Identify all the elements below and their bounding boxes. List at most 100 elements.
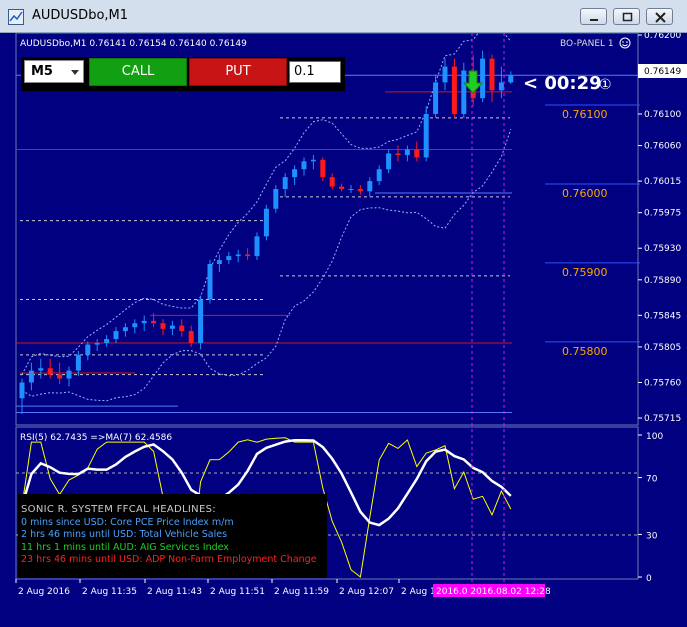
candle-body — [263, 208, 269, 237]
price-axis-label: 0.75975 — [644, 209, 681, 219]
time-axis-label: 2 Aug 12:07 — [339, 587, 394, 597]
trade-panel: M5 CALL PUT 0.1 — [21, 57, 345, 91]
news-line: 23 hrs 46 mins until USD: ADP Non-Farm E… — [21, 554, 317, 565]
candle-body — [75, 354, 81, 371]
candle-body — [57, 374, 63, 379]
news-line: 11 hrs 1 mins until AUD: AIG Services In… — [21, 541, 229, 553]
price-axis-label: 0.75760 — [644, 378, 681, 388]
candle-body — [104, 339, 110, 343]
rsi-axis-label: 0 — [646, 574, 652, 584]
candle-body — [28, 370, 34, 383]
news-line: 2 hrs 46 mins until USD: Total Vehicle S… — [21, 529, 228, 540]
time-axis-label: 2 Aug 11:59 — [274, 587, 329, 597]
candle-body — [508, 75, 514, 83]
candle-body — [414, 149, 420, 158]
candle-body — [226, 256, 232, 261]
price-axis-label: 0.75930 — [644, 244, 681, 254]
time-axis-label: 2 Aug 11:51 — [210, 587, 265, 597]
candle-body — [442, 66, 448, 83]
time-highlight-text: 2016.0 2016.08.02 12:28 — [436, 587, 551, 597]
put-button[interactable]: PUT — [189, 58, 287, 86]
price-axis-label: 0.75805 — [644, 343, 681, 353]
current-price-text: 0.76149 — [644, 67, 681, 77]
time-axis-label: 2 Aug 2016 — [18, 587, 70, 597]
news-headlines-box: SONIC R. SYSTEM FFCAL HEADLINES: 0 mins … — [18, 494, 327, 578]
candle-body — [480, 58, 486, 99]
candle-body — [423, 113, 429, 158]
candle-body — [433, 82, 439, 114]
candle-body — [141, 320, 147, 324]
candle-body — [47, 368, 53, 375]
candle-body — [66, 370, 72, 379]
candle-body — [235, 254, 241, 257]
candle-body — [38, 368, 44, 371]
candle-body — [254, 236, 260, 257]
rsi-axis-label: 100 — [646, 432, 663, 442]
candle-body — [329, 177, 335, 187]
candle-body — [376, 169, 382, 182]
candle-body — [216, 260, 222, 265]
candle-body — [404, 149, 410, 156]
timeframe-value: M5 — [31, 64, 53, 79]
candle-body — [498, 82, 504, 91]
candle-body — [367, 181, 373, 192]
candle-body — [348, 188, 354, 190]
candle-body — [451, 66, 457, 114]
time-axis-label: 2 Aug 11:35 — [82, 587, 137, 597]
symbol-info: AUDUSDbo,M1 0.76141 0.76154 0.76140 0.76… — [20, 39, 247, 49]
price-axis-label: 0.76200 — [644, 33, 681, 41]
price-axis-label: 0.75890 — [644, 276, 681, 286]
bo-panel-label: BO-PANEL 1 — [560, 39, 614, 49]
candle-body — [386, 153, 392, 170]
chevron-down-icon — [71, 70, 79, 75]
window-title: AUDUSDbo,M1 — [32, 8, 129, 23]
countdown-badge: ① — [599, 77, 612, 93]
candle-body — [160, 323, 166, 329]
chart-window-icon — [8, 9, 24, 25]
price-axis-label: 0.76100 — [644, 110, 681, 120]
candle-body — [94, 342, 100, 345]
candle-body — [461, 70, 467, 114]
call-button[interactable]: CALL — [89, 58, 187, 86]
candle-body — [188, 331, 194, 343]
level-label: 0.75800 — [562, 345, 608, 358]
time-axis-label: 2 Aug 11:43 — [147, 587, 202, 597]
price-axis-label: 0.75715 — [644, 414, 681, 424]
price-axis-label: 0.75845 — [644, 311, 681, 321]
restore-button[interactable] — [613, 8, 640, 25]
candle-body — [179, 325, 185, 332]
candle-body — [292, 169, 298, 178]
candle-body — [273, 188, 279, 209]
candle-body — [357, 188, 363, 192]
countdown-timer: < 00:29 — [523, 73, 602, 94]
price-axis-label: 0.76015 — [644, 177, 681, 187]
rsi-axis-label: 30 — [646, 531, 658, 541]
candle-body — [122, 327, 128, 332]
news-header: SONIC R. SYSTEM FFCAL HEADLINES: — [21, 504, 216, 515]
restore-icon — [622, 12, 633, 22]
candle-body — [85, 344, 91, 355]
close-button[interactable] — [646, 8, 673, 25]
candle-body — [245, 254, 251, 257]
candle-body — [19, 382, 25, 399]
candle-body — [113, 331, 119, 340]
news-line: 0 mins since USD: Core PCE Price Index m… — [21, 516, 234, 528]
price-axis-label: 0.76060 — [644, 142, 681, 152]
timeframe-select[interactable]: M5 — [24, 60, 84, 83]
time-axis-label: 2 Aug 1 — [401, 587, 436, 597]
level-label: 0.75900 — [562, 266, 608, 279]
candle-body — [320, 159, 326, 178]
candle-body — [169, 325, 175, 329]
candle-body — [489, 58, 495, 91]
candle-body — [282, 177, 288, 189]
minimize-icon — [590, 19, 598, 21]
level-label: 0.76000 — [562, 187, 608, 200]
rsi-axis-label: 70 — [646, 475, 658, 485]
candle-body — [151, 320, 157, 324]
window-titlebar: AUDUSDbo,M1 — [0, 0, 687, 33]
minimize-button[interactable] — [580, 8, 607, 25]
candle-body — [301, 161, 307, 170]
amount-input[interactable]: 0.1 — [289, 61, 341, 83]
candle-body — [132, 323, 138, 328]
candle-body — [207, 264, 213, 300]
